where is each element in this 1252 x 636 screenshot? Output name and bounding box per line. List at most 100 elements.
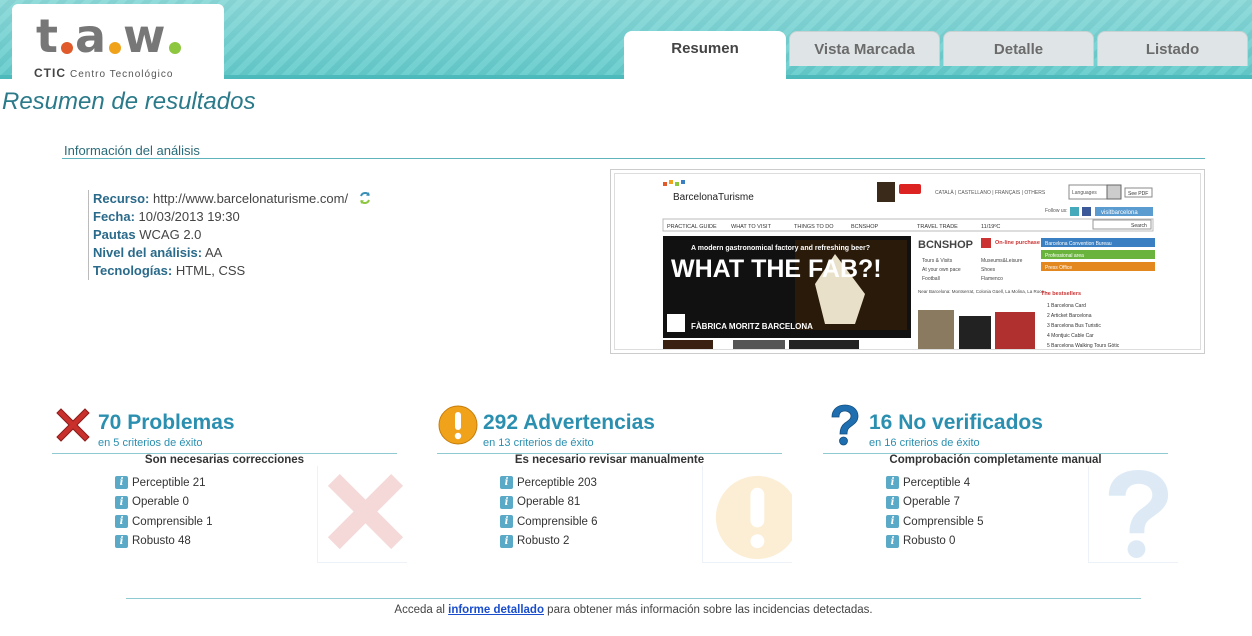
bcn-logo-dot — [675, 182, 679, 186]
warnings-row-comprensible[interactable]: i Comprensible 6 — [500, 512, 598, 532]
tab-listado[interactable]: Listado — [1097, 31, 1248, 66]
bcn-side-link-text: Press Office — [1045, 265, 1072, 271]
bcn-shop-title: BCNSHOP — [918, 239, 973, 251]
question-mark-icon — [831, 404, 859, 446]
unverified-list: i Perceptible 4 i Operable 7 i Comprensible… — [886, 473, 984, 551]
tab-detalle[interactable]: Detalle — [943, 31, 1094, 66]
warnings-row-robusto[interactable]: i Robusto 2 — [500, 532, 598, 552]
bcn-shop-item: Museums&Leisure — [981, 258, 1023, 264]
warnings-row-operable[interactable]: i Operable 81 — [500, 493, 598, 513]
bcn-online-purchase: On-line purchase — [995, 240, 1040, 246]
unverified-count[interactable]: 16 No verificados — [869, 411, 1043, 435]
bcn-bestseller: 4 Montjuic Cable Car — [1047, 333, 1094, 339]
taw-logo[interactable]: taw CTIC Centro Tecnológico — [12, 4, 224, 80]
warning-exclamation-icon — [438, 405, 478, 445]
bcn-shop-item: Tours & Visits — [922, 258, 953, 264]
warnings-caption: Es necesario revisar manualmente — [514, 454, 705, 466]
footer-text: Acceda al informe detallado para obtener… — [0, 604, 1252, 616]
question-watermark-icon — [1088, 466, 1178, 563]
logo-dot-orange — [109, 42, 122, 54]
thumbnail-canvas: BarcelonaTurisme CATALÀ | CASTELLANO | F… — [614, 173, 1201, 350]
info-row-level: Nivel del análisis: AA — [93, 244, 372, 262]
warning-watermark-icon — [702, 466, 792, 563]
unverified-row-perceptible[interactable]: i Perceptible 4 — [886, 473, 984, 493]
logo-letter-w: w — [123, 9, 167, 63]
row-text: Operable 81 — [517, 496, 581, 509]
error-x-watermark-icon — [317, 466, 407, 563]
bcn-lang-links: CATALÀ | CASTELLANO | FRANÇAIS | OTHERS — [935, 189, 1046, 196]
problems-row-perceptible[interactable]: i Perceptible 21 — [115, 473, 213, 493]
bcn-side-link-text: Barcelona Convention Bureau — [1045, 241, 1112, 247]
technologies-value: HTML, CSS — [175, 263, 246, 278]
unverified-caption: Comprobación completamente manual — [889, 454, 1102, 466]
level-value: AA — [205, 245, 223, 260]
footer-before: Acceda al — [394, 604, 449, 616]
bcn-nav-visit: WHAT TO VISIT — [731, 224, 772, 230]
info-row-resource: Recurso: http://www.barcelonaturisme.com… — [93, 190, 372, 208]
detailed-report-link[interactable]: informe detallado — [448, 604, 544, 616]
bcn-bottom-photo — [789, 340, 859, 349]
bcn-side-link-text: Professional area — [1045, 253, 1084, 259]
tab-vista-marcada[interactable]: Vista Marcada — [789, 31, 940, 66]
problems-row-operable[interactable]: i Operable 0 — [115, 493, 213, 513]
thumbnail-drawing: BarcelonaTurisme CATALÀ | CASTELLANO | F… — [662, 180, 1155, 349]
problems-row-robusto[interactable]: i Robusto 48 — [115, 532, 213, 552]
lang-catala: CATALÀ — [935, 189, 954, 196]
bcn-see-pdf-text: See PDF — [1128, 191, 1148, 197]
unverified-row-robusto[interactable]: i Robusto 0 — [886, 532, 984, 552]
footer-divider — [126, 598, 1141, 599]
row-text: Perceptible 4 — [903, 476, 971, 489]
warnings-count[interactable]: 292 Advertencias — [483, 411, 655, 435]
warnings-criteria: en 13 criterios de éxito — [483, 437, 594, 449]
site-screenshot-thumbnail[interactable]: BarcelonaTurisme CATALÀ | CASTELLANO | F… — [610, 169, 1205, 354]
footer-after: para obtener más información sobre las i… — [543, 604, 873, 616]
problems-caption: Son necesarias correcciones — [144, 454, 305, 466]
error-x-icon — [56, 408, 90, 442]
tab-resumen[interactable]: Resumen — [624, 31, 786, 79]
logo-tagline: Centro Tecnológico — [70, 69, 174, 80]
logo-letter-a: a — [75, 9, 108, 63]
info-icon: i — [115, 534, 128, 548]
bcn-site-name: BarcelonaTurisme — [673, 192, 754, 203]
bcn-nav-weather: 11/19ºC — [981, 223, 1000, 230]
warnings-row-perceptible[interactable]: i Perceptible 203 — [500, 473, 598, 493]
bcn-shop-photo — [918, 310, 954, 349]
info-icon: i — [886, 495, 899, 509]
bcn-bus-photo — [995, 312, 1035, 349]
bcn-visit-text: visitbarcelona — [1101, 210, 1138, 216]
problems-count[interactable]: 70 Problemas — [98, 411, 235, 435]
row-text: Operable 7 — [903, 496, 960, 509]
bcn-bottom-photo — [733, 340, 785, 349]
youtube-icon — [899, 184, 921, 194]
problems-row-comprensible[interactable]: i Comprensible 1 — [115, 512, 213, 532]
bcn-video-thumb — [877, 182, 895, 202]
refresh-icon[interactable] — [358, 191, 372, 205]
info-icon: i — [886, 515, 899, 529]
bcn-shop-item: Shoes — [981, 267, 996, 273]
bcn-hero-line: A modern gastronomical factory and refre… — [691, 245, 870, 252]
row-text: Comprensible 5 — [903, 515, 984, 528]
bcn-bestseller: 2 Articket Barcelona — [1047, 313, 1092, 319]
page-title: Resumen de resultados — [2, 88, 256, 115]
info-icon: i — [115, 476, 128, 490]
problems-list: i Perceptible 21 i Operable 0 i Comprensibl… — [115, 473, 213, 551]
bcn-follow-text: Follow us: — [1045, 208, 1068, 214]
unverified-row-operable[interactable]: i Operable 7 — [886, 493, 984, 513]
info-icon: i — [115, 495, 128, 509]
bcn-logo-dot — [681, 180, 685, 184]
bcn-shop-item: At your own pace — [922, 267, 961, 273]
bcn-hero-logo — [667, 314, 685, 332]
info-icon: i — [886, 476, 899, 490]
bcn-search-text: Search — [1131, 223, 1147, 229]
info-row-technologies: Tecnologías: HTML, CSS — [93, 262, 372, 280]
lang-others: OTHERS — [1024, 190, 1046, 196]
technologies-label: Tecnologías: — [93, 263, 173, 278]
bcn-select-arrow — [1106, 184, 1122, 200]
bcn-bestsellers-title: The bestsellers — [1041, 291, 1081, 297]
bcn-nav-trade: TRAVEL TRADE — [917, 224, 958, 230]
bcn-hero-brand: FÀBRICA MORITZ BARCELONA — [691, 322, 813, 331]
bcn-shop-item: Flamenco — [981, 276, 1003, 282]
guidelines-value: WCAG 2.0 — [139, 227, 202, 242]
info-icon: i — [500, 515, 513, 529]
unverified-row-comprensible[interactable]: i Comprensible 5 — [886, 512, 984, 532]
